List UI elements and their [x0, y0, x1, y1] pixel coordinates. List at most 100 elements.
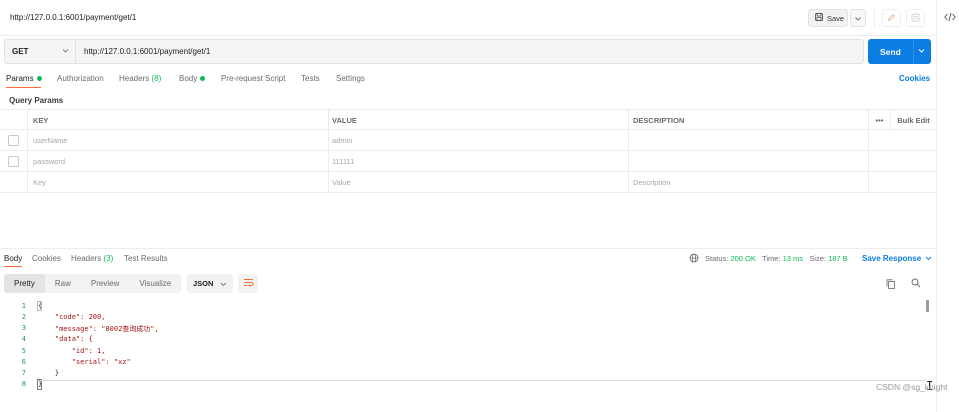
line-number: 2 [21, 313, 26, 321]
toolbar-divider [874, 9, 875, 27]
format-select[interactable]: JSON [187, 274, 233, 293]
save-response-label: Save Response [862, 254, 922, 263]
query-params-title: Query Params [9, 96, 64, 105]
param-value-input[interactable]: admin [329, 130, 629, 151]
code-line: "code": 200, [38, 313, 106, 321]
response-status: Status: 200 OK Time: 13 ms Size: 187 B [705, 254, 848, 263]
view-raw-button[interactable]: Raw [45, 274, 81, 293]
chevron-down-icon [925, 254, 932, 263]
view-preview-button[interactable]: Preview [81, 274, 129, 293]
response-body-viewer[interactable]: 1 2 3 4 5 6 7 8 { "code": 200, "message"… [0, 300, 926, 392]
request-title[interactable]: http://127.0.0.1:6001/payment/get/1 [10, 13, 136, 22]
response-headers-label: Headers [71, 254, 102, 263]
save-button[interactable]: Save [808, 9, 848, 27]
send-label: Send [880, 47, 901, 57]
new-key-input[interactable]: Key [28, 172, 329, 193]
save-label: Save [827, 13, 845, 23]
line-number: 6 [21, 358, 26, 366]
table-row-new: Key Value Description [0, 172, 936, 193]
time-label: Time: [762, 254, 781, 263]
right-sidebar [936, 0, 959, 412]
code-line: "serial": "xz" [38, 358, 131, 366]
bulk-edit-button[interactable]: Bulk Edit [891, 110, 936, 131]
code-snippet-icon[interactable] [944, 12, 956, 24]
tab-authorization[interactable]: Authorization [57, 74, 104, 83]
tab-headers-label: Headers [119, 74, 150, 83]
param-description-input[interactable] [629, 130, 869, 151]
table-row: userName admin [0, 130, 936, 151]
new-value-input[interactable]: Value [329, 172, 629, 193]
row-checkbox-cell [0, 172, 28, 193]
view-visualize-button[interactable]: Visualize [129, 274, 181, 293]
time-value[interactable]: 13 ms [783, 254, 803, 263]
chevron-down-icon[interactable] [62, 46, 69, 58]
code-line: } [38, 369, 60, 377]
param-checkbox[interactable] [8, 156, 19, 167]
cookies-link[interactable]: Cookies [899, 74, 930, 83]
copy-icon[interactable] [886, 279, 895, 291]
active-tab-indicator [6, 87, 41, 88]
active-tab-indicator [4, 266, 22, 267]
send-button[interactable]: Send [868, 39, 931, 64]
save-options-button[interactable] [850, 9, 866, 27]
status-label: Status: [705, 254, 729, 263]
tab-tests[interactable]: Tests [301, 74, 320, 83]
param-description-input[interactable] [629, 151, 869, 172]
tab-body[interactable]: Body [179, 74, 206, 83]
size-value[interactable]: 187 B [828, 254, 848, 263]
param-key-input[interactable]: userName [28, 130, 329, 151]
more-options-button[interactable]: ••• [869, 110, 891, 131]
size-label: Size: [809, 254, 826, 263]
tab-body-label: Body [179, 74, 198, 83]
status-dot [36, 76, 42, 82]
view-pretty-button[interactable]: Pretty [4, 274, 45, 293]
vertical-scrollbar[interactable] [926, 300, 929, 312]
method-value: GET [12, 47, 29, 56]
tab-prerequest-script[interactable]: Pre-request Script [221, 74, 285, 83]
response-tab-test-results[interactable]: Test Results [124, 254, 168, 263]
response-tab-body[interactable]: Body [4, 254, 22, 263]
param-value-input[interactable]: 111111 [329, 151, 629, 172]
edit-button[interactable] [882, 9, 901, 27]
param-key-input[interactable]: password [28, 151, 329, 172]
save-icon [815, 13, 827, 23]
search-icon[interactable] [911, 278, 921, 290]
watermark: CSDN @sg_knight [876, 382, 948, 392]
tab-params-label: Params [6, 74, 34, 83]
headers-count: (8) [151, 74, 162, 83]
response-tab-cookies[interactable]: Cookies [32, 254, 61, 263]
response-tab-headers[interactable]: Headers (3) [71, 254, 113, 263]
code-line: "data": { [38, 335, 93, 343]
response-headers-count: (3) [103, 254, 114, 263]
tab-params[interactable]: Params [6, 74, 42, 83]
url-input[interactable]: http://127.0.0.1:6001/payment/get/1 [84, 47, 210, 56]
save-response-button[interactable]: Save Response [862, 254, 932, 263]
column-header-description: DESCRIPTION [629, 110, 869, 131]
status-value[interactable]: 200 OK [730, 254, 755, 263]
horizontal-scrollbar[interactable] [40, 380, 926, 381]
table-header-row: KEY VALUE DESCRIPTION ••• Bulk Edit [0, 109, 936, 131]
documentation-button[interactable] [906, 9, 925, 27]
response-divider[interactable] [0, 248, 936, 249]
new-description-input[interactable]: Description [629, 172, 869, 193]
chevron-down-icon[interactable] [918, 47, 925, 57]
view-mode-group: Pretty Raw Preview Visualize [4, 274, 182, 293]
line-number: 1 [21, 302, 26, 310]
column-header-value: VALUE [329, 110, 629, 131]
send-divider [913, 39, 914, 64]
tab-headers[interactable]: Headers (8) [119, 74, 161, 83]
globe-icon[interactable] [689, 253, 699, 265]
wrap-lines-button[interactable] [238, 274, 258, 293]
line-number: 4 [21, 335, 26, 343]
wrap-lines-icon [243, 278, 254, 289]
tab-settings[interactable]: Settings [336, 74, 365, 83]
code-line: "id": 1, [38, 347, 106, 355]
table-row: password 111111 [0, 151, 936, 172]
chevron-down-icon [855, 14, 861, 23]
line-number: 7 [21, 369, 26, 377]
code-line: "message": "8002查询成功", [38, 325, 159, 333]
document-icon [911, 13, 920, 24]
header-checkbox-cell [0, 110, 28, 131]
row-checkbox-cell [0, 151, 28, 172]
param-checkbox[interactable] [8, 135, 19, 146]
